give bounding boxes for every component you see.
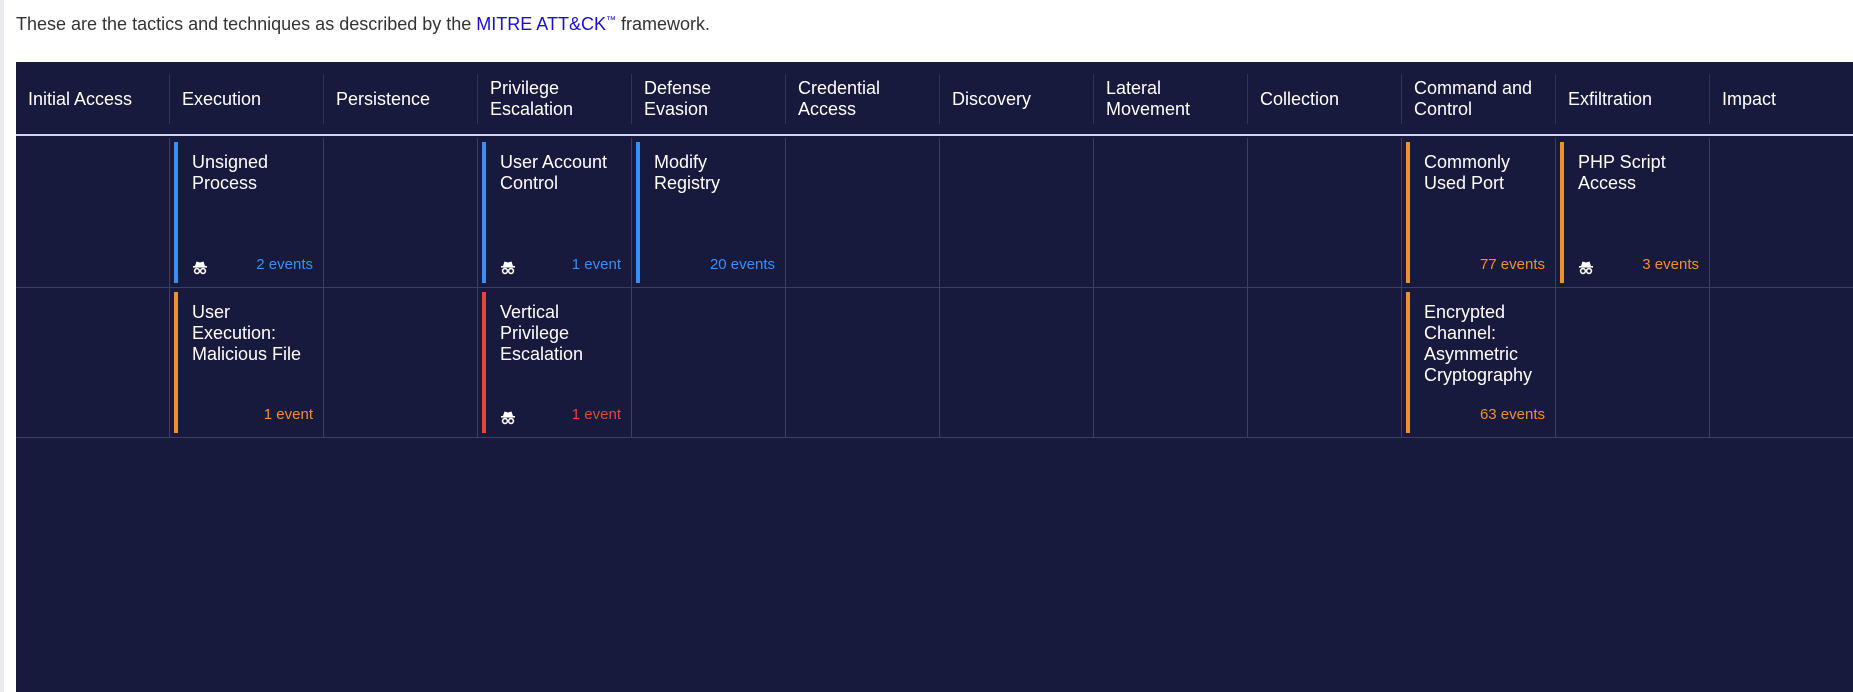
tactic-impact: Impact	[1722, 88, 1777, 109]
matrix-cell	[940, 138, 1094, 287]
technique-card-user-execution[interactable]: User Execution: Malicious File 1 event	[174, 292, 323, 433]
intro-prefix: These are the tactics and techniques as …	[16, 14, 472, 34]
tactic-initial-access: Initial Access	[16, 74, 170, 124]
tactic-credential-access: Credential Access	[786, 74, 940, 124]
matrix-cell	[1094, 288, 1248, 437]
intro-text: These are the tactics and techniques as …	[16, 14, 710, 35]
matrix-cell	[786, 138, 940, 287]
matrix-cell	[16, 138, 170, 287]
technique-name: Unsigned Process	[192, 152, 269, 193]
matrix-row: User Execution: Malicious File 1 event V…	[16, 288, 1853, 438]
technique-card-unsigned-process[interactable]: Unsigned Process 2 events	[174, 142, 323, 283]
tactic-execution: Execution	[170, 74, 324, 124]
technique-name: Vertical Privilege Escalation	[500, 302, 584, 364]
technique-name: PHP Script Access	[1578, 152, 1666, 193]
attack-matrix: Initial Access Execution Persistence Pri…	[16, 62, 1853, 692]
tactic-defense-evasion: Defense Evasion	[632, 74, 786, 124]
tactics-header: Initial Access Execution Persistence Pri…	[16, 62, 1853, 136]
technique-name: User Account Control	[500, 152, 608, 193]
technique-name: Commonly Used Port	[1424, 152, 1511, 193]
event-count: 1 event	[571, 256, 621, 273]
technique-card-php-script-access[interactable]: PHP Script Access 3 events	[1560, 142, 1709, 283]
matrix-cell	[940, 288, 1094, 437]
matrix-cell	[324, 288, 478, 437]
matrix-cell	[16, 288, 170, 437]
matrix-cell	[1248, 288, 1402, 437]
event-count: 1 event	[263, 406, 313, 423]
matrix-cell	[324, 138, 478, 287]
technique-card-vertical-privilege-escalation[interactable]: Vertical Privilege Escalation 1 event	[482, 292, 631, 433]
spy-icon	[193, 261, 207, 275]
tactic-discovery: Discovery	[940, 74, 1094, 124]
matrix-cell	[1710, 288, 1853, 437]
mitre-attack-link[interactable]: MITRE ATT&CK™	[476, 14, 616, 34]
matrix-cell: Unsigned Process 2 events	[170, 138, 324, 287]
matrix-cell: Commonly Used Port 77 events	[1402, 138, 1556, 287]
matrix-cell: PHP Script Access 3 events	[1556, 138, 1710, 287]
technique-card-modify-registry[interactable]: Modify Registry 20 events	[636, 142, 785, 283]
tactic-persistence: Persistence	[324, 74, 478, 124]
matrix-cell	[786, 288, 940, 437]
matrix-row: Unsigned Process 2 events User Account C…	[16, 138, 1853, 288]
technique-card-commonly-used-port[interactable]: Commonly Used Port 77 events	[1406, 142, 1555, 283]
matrix-cell	[1248, 138, 1402, 287]
event-count: 2 events	[256, 256, 313, 273]
page-left-border	[0, 0, 4, 692]
tactic-exfiltration: Exfiltration	[1556, 74, 1710, 124]
technique-card-encrypted-channel[interactable]: Encrypted Channel: Asymmetric Cryptograp…	[1406, 292, 1555, 433]
spy-icon	[501, 261, 515, 275]
tactic-command-and-control: Command and Control	[1402, 74, 1556, 124]
tactic-lateral-movement: Lateral Movement	[1094, 74, 1248, 124]
technique-name: User Execution: Malicious File	[192, 302, 302, 364]
intro-suffix: framework.	[621, 14, 711, 34]
matrix-cell: User Execution: Malicious File 1 event	[170, 288, 324, 437]
technique-name: Encrypted Channel: Asymmetric Cryptograp…	[1424, 302, 1533, 385]
spy-icon	[1579, 261, 1593, 275]
spy-icon	[501, 411, 515, 425]
matrix-cell	[1094, 138, 1248, 287]
tactic-collection: Collection	[1248, 74, 1402, 124]
event-count: 1 event	[571, 406, 621, 423]
matrix-cell: Modify Registry 20 events	[632, 138, 786, 287]
event-count: 63 events	[1479, 406, 1545, 423]
technique-name: Modify Registry	[654, 152, 721, 193]
matrix-cell	[1556, 288, 1710, 437]
event-count: 77 events	[1479, 256, 1545, 273]
tactic-privilege-escalation: Privilege Escalation	[478, 74, 632, 124]
technique-card-user-account-control[interactable]: User Account Control 1 event	[482, 142, 631, 283]
matrix-cell	[1710, 138, 1853, 287]
matrix-cell: Vertical Privilege Escalation 1 event	[478, 288, 632, 437]
matrix-cell: User Account Control 1 event	[478, 138, 632, 287]
event-count: 3 events	[1642, 256, 1699, 273]
matrix-cell	[632, 288, 786, 437]
matrix-cell: Encrypted Channel: Asymmetric Cryptograp…	[1402, 288, 1556, 437]
event-count: 20 events	[709, 256, 775, 273]
